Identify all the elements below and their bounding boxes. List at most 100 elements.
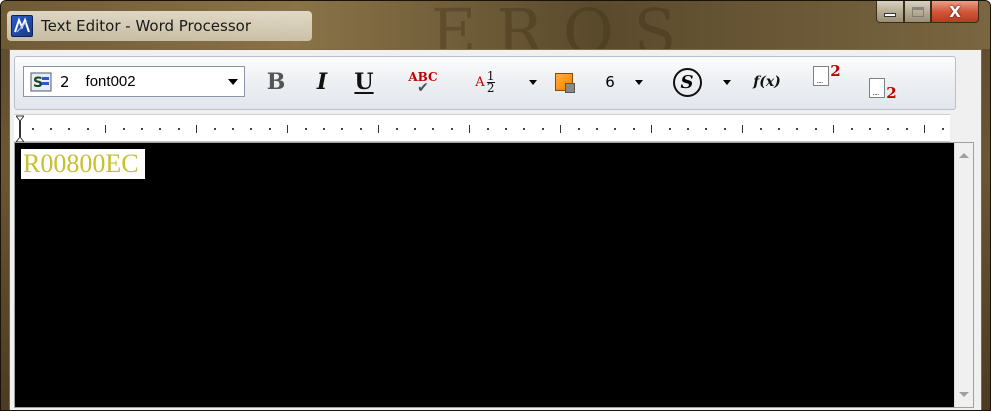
ruler-tick	[414, 128, 416, 130]
font-size-dropdown-button[interactable]	[633, 66, 645, 98]
subscript-box-icon	[869, 78, 886, 98]
ruler-tick	[705, 128, 707, 130]
italic-button[interactable]: I	[312, 66, 332, 98]
ruler-tick	[505, 128, 507, 130]
chevron-down-icon	[635, 79, 643, 85]
subscript-number: 2	[886, 84, 897, 102]
ruler-tick	[451, 128, 453, 130]
ruler-tick	[105, 125, 106, 133]
ruler-tick	[305, 128, 307, 130]
scroll-up-icon[interactable]	[959, 153, 969, 158]
app-logo-icon[interactable]	[11, 15, 33, 37]
ruler-tick	[141, 128, 143, 130]
ruler-tick	[851, 128, 853, 130]
ruler-tick	[742, 125, 743, 133]
ruler-tick	[287, 125, 288, 133]
color-swatch-icon	[555, 73, 575, 93]
font-size-value[interactable]: 6	[603, 66, 617, 98]
ruler-tick	[323, 128, 325, 130]
ruler-tick	[469, 125, 470, 133]
formatting-toolbar: S 2 font002 B I U ABC ✔ A 1 2 6 S f(x) .…	[14, 56, 956, 110]
ruler-tick	[68, 128, 70, 130]
title-bar[interactable]: EROS Text Editor - Word Processor X	[1, 1, 990, 68]
style-s-icon: S	[672, 67, 702, 97]
ruler-tick	[578, 128, 580, 130]
chevron-down-icon	[723, 79, 731, 85]
ruler-tick	[269, 128, 271, 130]
ruler-tick	[32, 128, 34, 130]
subscript-button[interactable]: 2	[865, 66, 901, 102]
ruler-tick	[50, 128, 52, 130]
ruler-tick	[596, 128, 598, 130]
bold-button[interactable]: B	[265, 66, 287, 98]
ruler-tick	[760, 128, 762, 130]
scroll-down-icon[interactable]	[959, 392, 969, 397]
vertical-scrollbar[interactable]	[954, 143, 973, 407]
ruler-tick	[178, 128, 180, 130]
ruler-tick	[778, 128, 780, 130]
text-color-button[interactable]	[551, 66, 577, 98]
ruler-tick	[796, 128, 798, 130]
maximize-icon	[911, 6, 924, 17]
fraction-numerator: 1	[486, 68, 495, 83]
minimize-icon	[884, 12, 896, 17]
client-area: S 2 font002 B I U ABC ✔ A 1 2 6 S f(x) .…	[9, 49, 982, 410]
text-style-dropdown-button[interactable]	[721, 66, 733, 98]
fraction-dropdown-button[interactable]	[527, 66, 539, 98]
underline-button[interactable]: U	[353, 66, 375, 98]
checkmark-icon: ✔	[417, 79, 429, 96]
ruler[interactable]	[14, 114, 950, 143]
spellcheck-button[interactable]: ABC ✔	[403, 66, 443, 98]
close-icon: X	[949, 2, 961, 21]
fraction-button[interactable]: A 1 2	[467, 66, 503, 98]
ruler-tick	[833, 125, 834, 133]
font-type-icon: S	[30, 72, 52, 92]
ruler-tick	[924, 125, 925, 133]
superscript-box-icon	[813, 66, 830, 86]
title-bar-background-text: EROS	[431, 0, 697, 68]
ruler-tick	[542, 128, 544, 130]
ruler-tick	[487, 128, 489, 130]
function-button[interactable]: f(x)	[747, 66, 787, 98]
font-name: font002	[85, 73, 136, 90]
svg-text:S: S	[33, 75, 43, 91]
ruler-tick	[633, 128, 635, 130]
text-style-button[interactable]: S	[670, 66, 704, 98]
ruler-tick	[250, 128, 252, 130]
text-editing-area[interactable]: R00800EC	[14, 142, 974, 408]
fraction-icon: 1 2	[486, 68, 495, 95]
chevron-down-icon	[529, 79, 537, 85]
ruler-tick	[432, 128, 434, 130]
ruler-tick	[942, 128, 944, 130]
ruler-tick	[651, 125, 652, 133]
ruler-tick	[87, 128, 89, 130]
ruler-tick	[614, 128, 616, 130]
minimize-button[interactable]	[876, 1, 904, 23]
indent-marker-icon[interactable]	[16, 115, 24, 143]
ruler-tick	[232, 128, 234, 130]
font-select[interactable]: S 2 font002	[23, 66, 245, 97]
ruler-tick	[396, 128, 398, 130]
window-title: Text Editor - Word Processor	[41, 17, 252, 35]
fraction-prefix: A	[475, 74, 485, 90]
fraction-denominator: 2	[486, 80, 495, 95]
editor-text[interactable]: R00800EC	[21, 149, 145, 179]
close-button[interactable]: X	[931, 1, 979, 23]
superscript-number: 2	[830, 62, 841, 80]
ruler-tick	[159, 128, 161, 130]
ruler-tick	[560, 125, 561, 133]
ruler-tick	[906, 128, 908, 130]
superscript-button[interactable]: 2	[807, 62, 847, 98]
maximize-button[interactable]	[904, 1, 931, 23]
font-number: 2	[60, 72, 70, 91]
ruler-tick	[887, 128, 889, 130]
ruler-tick	[869, 128, 871, 130]
ruler-tick	[669, 128, 671, 130]
ruler-tick	[724, 128, 726, 130]
title-area: Text Editor - Word Processor	[7, 11, 312, 41]
chevron-down-icon	[228, 79, 238, 85]
ruler-tick	[214, 128, 216, 130]
ruler-tick	[196, 125, 197, 133]
ruler-tick	[378, 125, 379, 133]
ruler-tick	[341, 128, 343, 130]
